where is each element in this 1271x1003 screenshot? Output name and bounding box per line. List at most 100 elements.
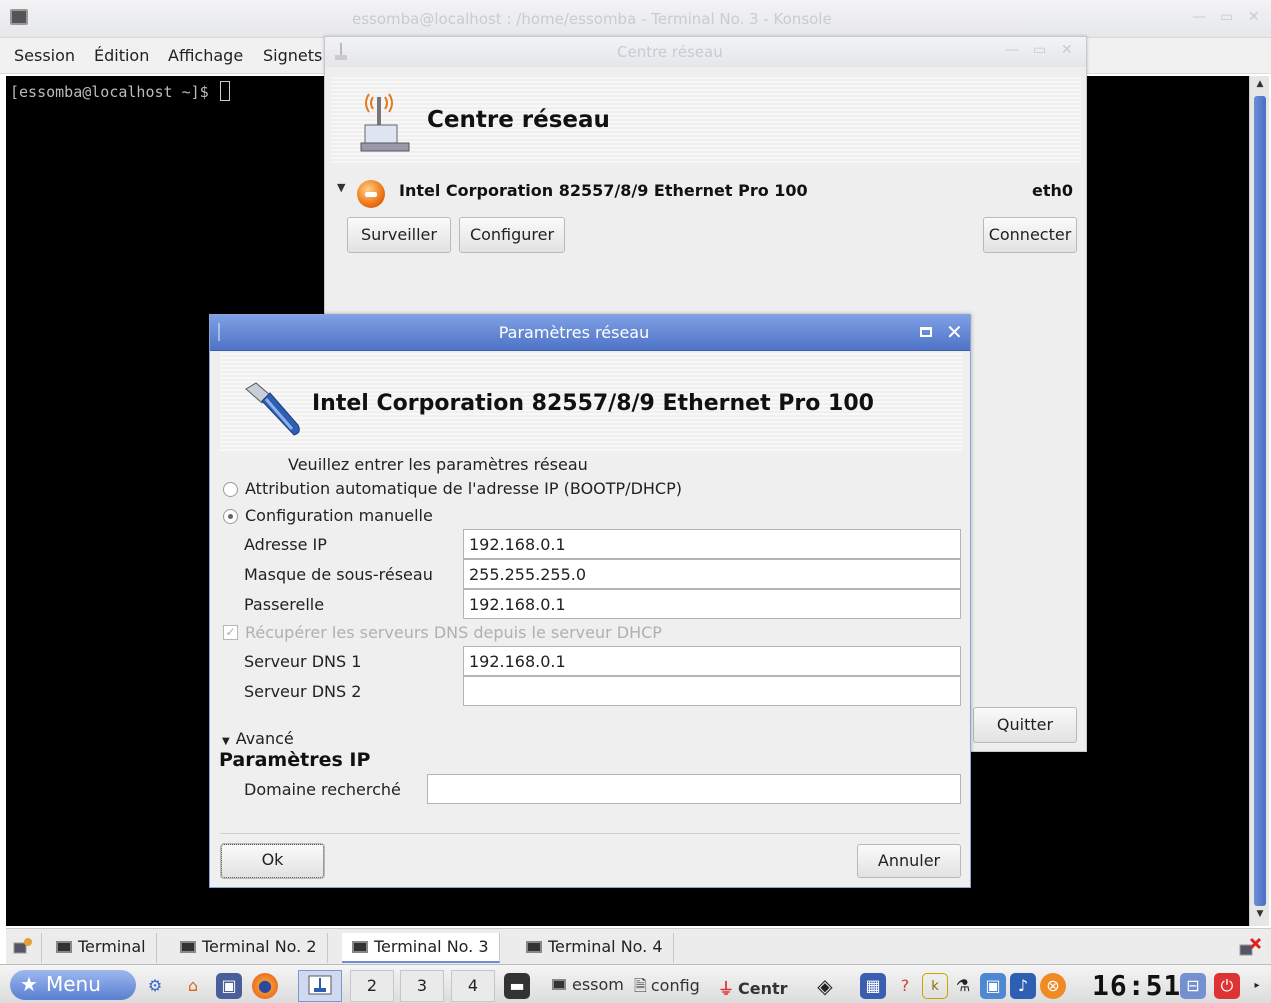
network-center-icon <box>360 93 410 152</box>
disconnected-status-icon <box>357 180 385 208</box>
gateway-field[interactable]: 192.168.0.1 <box>463 589 961 619</box>
dns-from-dhcp-checkbox[interactable]: ✓ <box>223 625 238 640</box>
dns1-field[interactable]: 192.168.0.1 <box>463 646 961 676</box>
quit-button[interactable]: Quitter <box>973 707 1077 743</box>
close-icon[interactable]: ✕ <box>1061 42 1073 58</box>
connect-button[interactable]: Connecter <box>983 217 1077 253</box>
tab-label: Terminal No. 3 <box>374 937 489 956</box>
taskbar-item-label: Centr <box>738 979 788 998</box>
taskbar-item-konsole[interactable]: essom <box>552 975 630 994</box>
desktop-3-button[interactable]: 3 <box>400 970 444 1002</box>
tab-terminal-4[interactable]: Terminal No. 4 <box>516 933 674 963</box>
terminal-prompt: [essomba@localhost ~]$ <box>10 81 230 101</box>
terminal-cursor <box>219 81 230 101</box>
logout-icon[interactable]: ⏻ <box>1214 973 1240 999</box>
manual-config-label[interactable]: Configuration manuelle <box>245 506 433 525</box>
settings-prompt: Veuillez entrer les paramètres réseau <box>288 455 588 474</box>
dns-from-dhcp-label: Récupérer les serveurs DNS depuis le ser… <box>245 623 662 642</box>
dialog-separator <box>220 833 960 834</box>
taskbar-item-config[interactable]: 🗎 config <box>634 975 716 1002</box>
terminal-scrollbar[interactable]: ▲ ▼ <box>1249 76 1269 926</box>
centre-reseau-titlebar[interactable]: Centre réseau — ▭ ✕ <box>325 37 1086 67</box>
screen-tray-icon[interactable]: ▣ <box>980 973 1006 999</box>
subnet-mask-field[interactable]: 255.255.255.0 <box>463 559 961 589</box>
scroll-down-icon[interactable]: ▼ <box>1254 909 1266 923</box>
scrollbar-thumb[interactable] <box>1254 96 1266 906</box>
tab-terminal-1[interactable]: Terminal <box>46 933 157 963</box>
tab-label: Terminal No. 2 <box>202 937 317 956</box>
menu-edition[interactable]: Édition <box>94 46 149 65</box>
maximize-icon[interactable]: ▭ <box>1033 42 1046 58</box>
minimize-icon[interactable]: — <box>1192 9 1206 25</box>
terminal-icon <box>526 941 542 953</box>
device-name: Intel Corporation 82557/8/9 Ethernet Pro… <box>399 181 808 200</box>
monitor-tray-icon[interactable]: ▦ <box>860 973 886 999</box>
auto-ip-label[interactable]: Attribution automatique de l'adresse IP … <box>245 479 682 498</box>
home-icon[interactable]: ⌂ <box>180 973 206 999</box>
manual-config-radio[interactable] <box>223 509 238 524</box>
ok-button[interactable]: Ok <box>220 843 325 879</box>
menu-affichage[interactable]: Affichage <box>168 46 243 65</box>
network-tray-icon[interactable]: ◈ <box>812 973 838 999</box>
tray-arrow-icon[interactable]: ▸ <box>1250 973 1264 999</box>
taskbar-item-label: config <box>650 976 700 995</box>
search-domain-field[interactable] <box>427 774 961 804</box>
maximize-icon[interactable] <box>920 327 932 337</box>
cancel-button[interactable]: Annuler <box>857 844 961 878</box>
konsole-window-title: essomba@localhost : /home/essomba - Term… <box>352 10 832 28</box>
taskbar-item-label: essom <box>572 975 624 994</box>
minimize-icon[interactable]: — <box>1005 42 1019 58</box>
device-row[interactable]: ▼ Intel Corporation 82557/8/9 Ethernet P… <box>333 177 1081 208</box>
expand-triangle-icon[interactable]: ▼ <box>337 181 345 194</box>
desktop-1-button[interactable] <box>298 970 342 1002</box>
dns2-field[interactable] <box>463 676 961 706</box>
ethernet-cable-icon <box>245 382 300 436</box>
tab-terminal-3[interactable]: Terminal No. 3 <box>342 933 500 963</box>
scroll-up-icon[interactable]: ▲ <box>1254 79 1266 93</box>
desktop-4-button[interactable]: 4 <box>451 970 495 1002</box>
control-center-icon[interactable]: ⚙ <box>142 973 168 999</box>
taskbar: ★ Menu ⚙ ⌂ ▣ ● 2 3 4 ▬ essom 🗎 config ⏚ Cen… <box>0 964 1271 1003</box>
taskbar-item-centre[interactable]: ⏚ Centr <box>718 975 798 999</box>
menu-signets[interactable]: Signets <box>263 46 322 65</box>
network-settings-dialog: Paramètres réseau ✕ Intel Corporation 82… <box>209 314 971 888</box>
terminal-app-icon[interactable] <box>10 9 28 25</box>
lock-screen-icon[interactable]: ⊟ <box>1180 973 1206 999</box>
auto-ip-radio[interactable] <box>223 482 238 497</box>
clock[interactable]: 16:51 <box>1092 969 1181 1002</box>
advanced-label: Avancé <box>235 729 294 748</box>
close-icon[interactable]: ✕ <box>946 320 963 344</box>
konsole-titlebar[interactable]: essomba@localhost : /home/essomba - Term… <box>0 0 1271 38</box>
close-session-icon[interactable] <box>1234 933 1268 963</box>
subnet-mask-label: Masque de sous-réseau <box>244 565 433 584</box>
desktop-2-button[interactable]: 2 <box>350 970 394 1002</box>
tab-terminal-2[interactable]: Terminal No. 2 <box>170 933 328 963</box>
gateway-label: Passerelle <box>244 595 325 614</box>
dialog-header: Intel Corporation 82557/8/9 Ethernet Pro… <box>220 353 962 453</box>
terminal-launcher-icon[interactable]: ▣ <box>216 973 242 999</box>
new-session-icon[interactable] <box>6 933 42 963</box>
configure-button[interactable]: Configurer <box>459 217 565 253</box>
firefox-icon[interactable]: ● <box>252 973 278 999</box>
monitor-button[interactable]: Surveiller <box>347 217 451 253</box>
network-icon: ⏚ <box>718 979 735 998</box>
ip-address-field[interactable]: 192.168.0.1 <box>463 529 961 559</box>
search-domain-label: Domaine recherché <box>244 780 401 799</box>
dialog-titlebar[interactable]: Paramètres réseau ✕ <box>210 315 970 351</box>
close-icon[interactable]: ✕ <box>1248 9 1260 25</box>
keyboard-tray-icon[interactable]: k <box>922 973 948 999</box>
alert-tray-icon[interactable]: ⊗ <box>1040 973 1066 999</box>
terminal-icon <box>352 941 368 953</box>
ip-address-label: Adresse IP <box>244 535 327 554</box>
prompt-text: [essomba@localhost ~]$ <box>10 83 218 101</box>
terminal-icon <box>552 979 566 990</box>
mixer-tray-icon[interactable]: ♪ <box>1010 973 1036 999</box>
maximize-icon[interactable]: ▭ <box>1220 9 1233 25</box>
help-tray-icon[interactable]: ? <box>892 973 918 999</box>
start-menu-button[interactable]: ★ Menu <box>10 970 136 1000</box>
menu-session[interactable]: Session <box>14 46 75 65</box>
expand-triangle-icon: ▼ <box>222 736 230 747</box>
show-desktop-icon[interactable]: ▬ <box>504 973 530 999</box>
advanced-expander[interactable]: ▼ Avancé <box>222 729 294 748</box>
updater-tray-icon[interactable]: ⚗ <box>950 973 976 999</box>
